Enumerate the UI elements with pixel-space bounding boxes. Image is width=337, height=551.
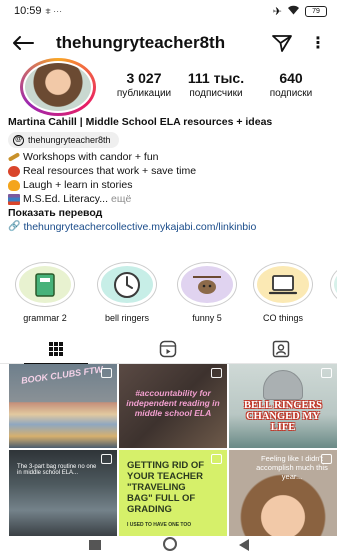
story-highlights: grammar 2 bell ringers funny 5 CO things [0,262,337,326]
sloth-icon [181,266,233,303]
post-caption: The 3-part bag routine no one in middle … [17,464,97,476]
recent-apps-button[interactable] [88,540,101,550]
carousel-icon [211,454,222,464]
highlight-label: funny 5 [192,313,222,323]
airplane-mode-icon: ✈ [272,5,282,18]
books-emoji-icon [8,193,20,205]
following-label: подписки [269,88,313,99]
post-caption: GETTING RID OF YOUR TEACHER "TRAVELING B… [127,460,205,515]
battery-icon: 79 [305,5,327,17]
bio-more-link[interactable]: ещё [111,192,131,206]
wifi-icon [287,5,300,18]
bio-line-text: M.S.Ed. Literacy... [23,193,108,205]
profile-username: thehungryteacher8th [56,33,226,52]
highlight-funny[interactable]: funny 5 [176,262,238,323]
followers-count: 111 тыс. [187,70,245,86]
tab-tagged[interactable] [225,334,337,363]
bio-line: Workshops with candor + fun [7,150,330,164]
followers-label: подписчики [189,88,243,99]
show-translation-link[interactable]: Показать перевод [8,206,330,220]
reel-icon [211,368,222,378]
posts-grid: BOOK CLUBS FTW #accountability for indep… [9,364,337,536]
status-bar: 10:59 ⩨ ··· ✈ 79 [0,0,337,22]
link-icon: 🔗 [8,221,21,232]
bio-link-text: thehungryteachercollective.mykajabi.com/… [23,221,257,233]
following-count: 640 [279,70,303,86]
bell-icon [263,370,303,400]
post-thumbnail[interactable]: BOOK CLUBS FTW [9,364,117,448]
carousel-icon [101,368,112,378]
posts-label: публикации [116,88,172,99]
carousel-icon [321,368,332,378]
threads-handle: thehungryteacher8th [28,135,111,145]
bio-line: Real resources that work + save time [8,164,330,178]
profile-name: Martina Cahill | Middle School ELA resou… [8,116,273,128]
bio-line-text: Real resources that work + save time [23,165,197,177]
battery-level: 79 [312,7,320,15]
send-icon[interactable] [271,32,293,54]
grid-icon [49,341,64,356]
post-caption: #accountability for independent reading … [126,388,220,418]
reels-icon [160,340,177,357]
post-caption: BELL RINGERS CHANGED MY LIFE [244,400,322,433]
clock-icon [101,266,153,303]
post-thumbnail[interactable]: GETTING RID OF YOUR TEACHER "TRAVELING B… [119,450,227,536]
post-thumbnail[interactable]: #accountability for independent reading … [119,364,227,448]
highlight-grammar[interactable]: grammar 2 [14,262,76,323]
followers-stat[interactable]: 111 тыс. подписчики [178,70,254,99]
apple-emoji-icon [8,165,20,177]
fire-emoji-icon [8,179,20,191]
system-navigation-bar [0,536,337,551]
posts-stat[interactable]: 3 027 публикации [108,70,180,99]
tab-reels[interactable] [112,334,224,363]
profile-summary: 3 027 публикации 111 тыс. подписчики 640… [0,58,337,118]
status-time: 10:59 [14,5,42,17]
avatar-photo [25,63,91,111]
following-stat[interactable]: 640 подписки [256,70,326,99]
highlight-label: CO things [262,313,304,323]
highlight-partial[interactable] [330,262,337,307]
tagged-person-icon [272,340,290,357]
bio-line: Laugh + learn in stories [8,178,330,192]
highlight-bell-ringers[interactable]: bell ringers [96,262,158,323]
highlight-label: grammar 2 [23,313,67,323]
profile-bio: Martina Cahill | Middle School ELA resou… [7,115,330,234]
post-subcaption: I USED TO HAVE ONE TOO [127,522,192,528]
more-options-icon[interactable]: ⋮ [310,32,326,54]
threads-icon: @ [13,134,24,146]
bio-line-text: Laugh + learn in stories [23,179,133,191]
post-thumbnail[interactable]: The 3-part bag routine no one in middle … [9,450,117,536]
avatar[interactable] [20,58,96,116]
bio-line: M.S.Ed. Literacy... ещё [8,192,330,206]
threads-badge[interactable]: @ thehungryteacher8th [8,132,119,148]
post-thumbnail[interactable]: BELL RINGERS CHANGED MY LIFE [229,364,337,448]
posts-count: 3 027 [126,70,162,86]
notebook-icon [19,266,71,303]
bio-website-link[interactable]: 🔗 thehungryteachercollective.mykajabi.co… [8,220,330,234]
tab-posts-grid[interactable] [0,334,112,364]
highlight-co-things[interactable]: CO things [252,262,314,323]
bio-line-text: Workshops with candor + fun [23,151,159,163]
post-thumbnail[interactable]: Feeling like I didn't accomplish much th… [229,450,337,536]
pencil-emoji-icon [7,152,21,162]
profile-tabs [0,334,337,364]
highlight-label: bell ringers [104,313,150,323]
carousel-icon [321,454,332,464]
laptop-icon [257,266,309,303]
post-caption: BOOK CLUBS FTW [20,364,104,386]
back-arrow-icon[interactable] [12,31,36,55]
back-button[interactable] [238,539,249,551]
reel-icon [101,454,112,464]
profile-header: thehungryteacher8th ⋮ [0,28,337,58]
home-button[interactable] [162,537,177,551]
notification-icons: ⩨ ··· [45,5,63,16]
